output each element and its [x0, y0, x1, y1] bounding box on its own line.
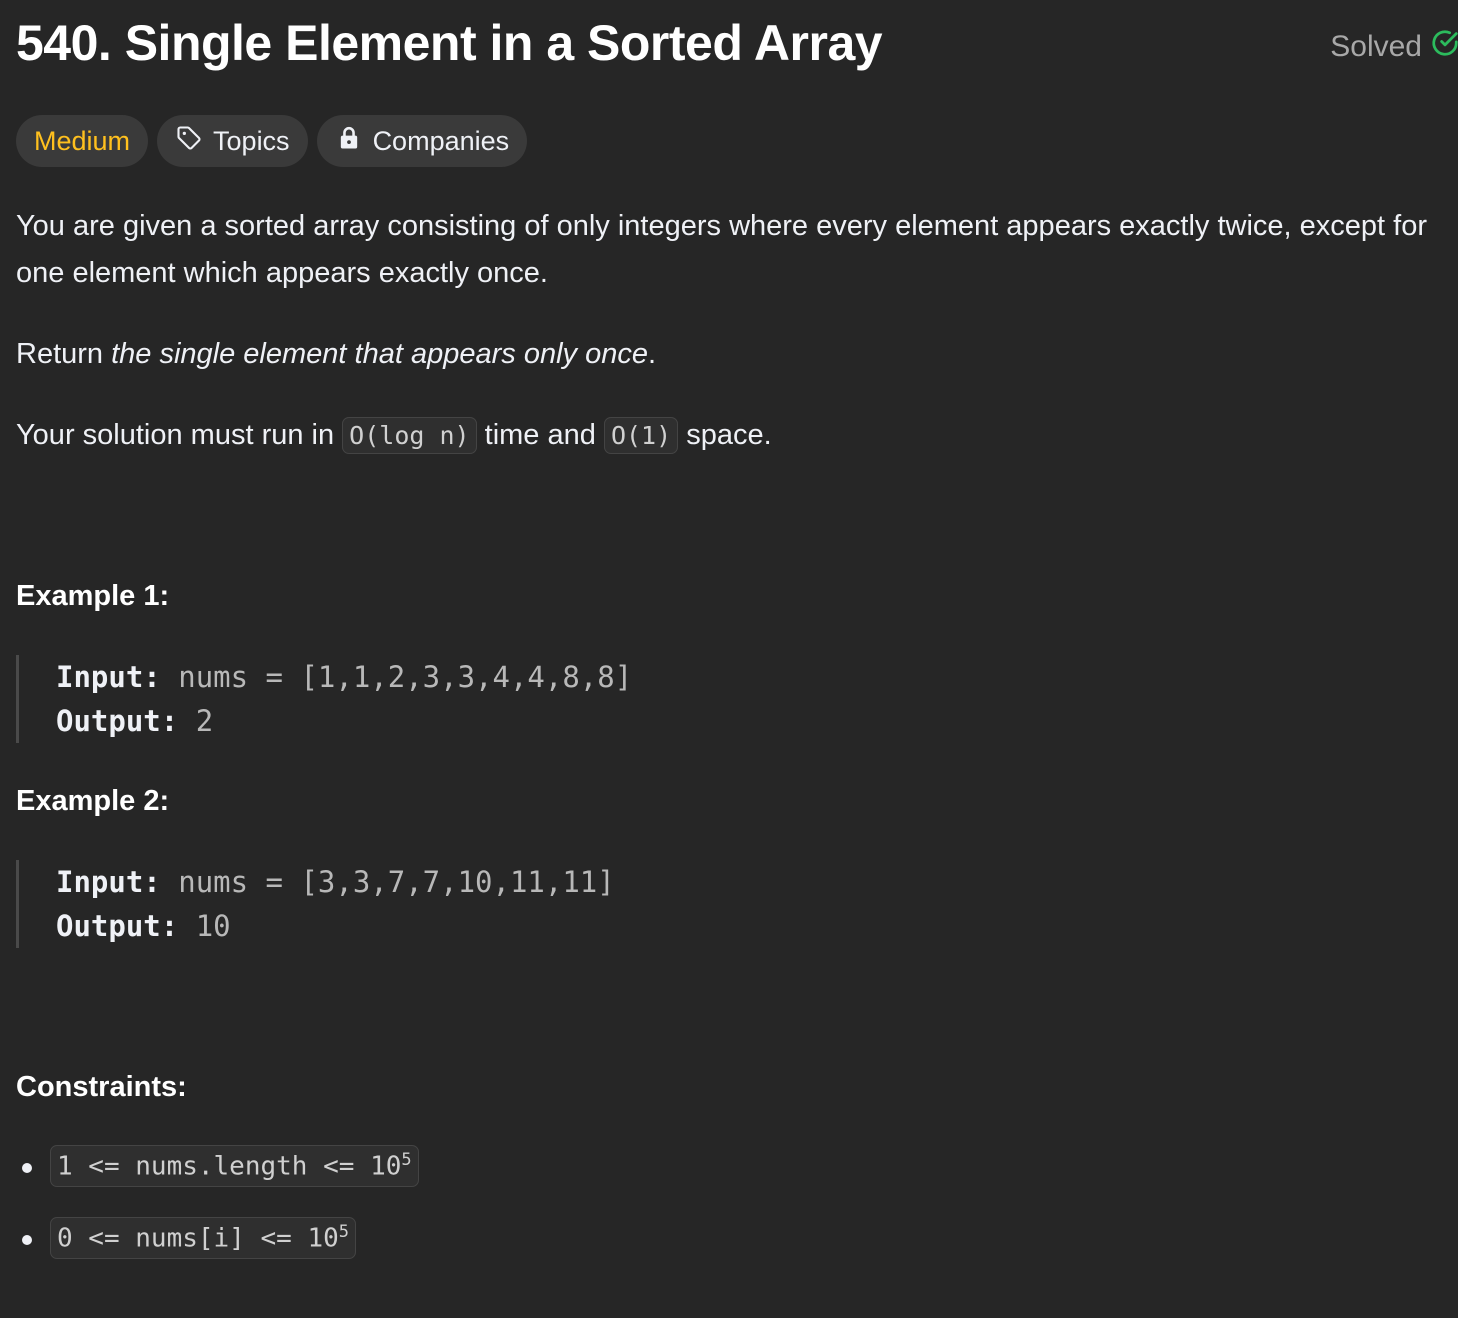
example-1-output: Output: 2 — [56, 699, 632, 743]
topics-label: Topics — [213, 125, 290, 156]
constraint-code: 0 <= nums[i] <= 105 — [50, 1217, 357, 1259]
tag-chips: Medium Topics Companies — [16, 115, 528, 167]
input-label: Input: — [56, 865, 161, 899]
example-2-input: Input: nums = [3,3,7,7,10,11,11] — [56, 860, 615, 904]
example-2-heading: Example 2: — [16, 785, 170, 817]
constraint-code: 1 <= nums.length <= 105 — [50, 1145, 419, 1187]
output-value: 2 — [195, 704, 214, 738]
output-label: Output: — [56, 909, 179, 943]
complexity-prefix: Your solution must run in — [16, 419, 343, 451]
constraint-exponent: 5 — [401, 1150, 412, 1170]
bullet-icon — [22, 1163, 32, 1173]
space-complexity-code: O(1) — [603, 417, 679, 454]
example-1-heading: Example 1: — [16, 580, 170, 612]
complexity-mid: time and — [476, 419, 604, 451]
output-label: Output: — [56, 704, 179, 738]
difficulty-badge: Medium — [16, 115, 149, 167]
companies-label: Companies — [372, 125, 510, 156]
description-paragraph-2: Return the single element that appears o… — [16, 331, 1446, 378]
example-1-block: Input: nums = [1,1,2,3,3,4,4,8,8] Output… — [16, 655, 632, 743]
constraints-heading: Constraints: — [16, 1071, 187, 1103]
return-prefix: Return — [16, 338, 112, 370]
constraint-exponent: 5 — [338, 1222, 350, 1242]
constraints-list: 1 <= nums.length <= 105 0 <= nums[i] <= … — [16, 1145, 419, 1289]
output-value: 10 — [195, 909, 231, 943]
check-circle-icon — [1430, 28, 1458, 66]
problem-description: 540. Single Element in a Sorted Array So… — [16, 0, 1458, 1259]
solved-label: Solved — [1330, 30, 1422, 63]
input-label: Input: — [56, 660, 161, 694]
return-emphasis: the single element that appears only onc… — [111, 338, 648, 370]
input-value: nums = [3,3,7,7,10,11,11] — [178, 865, 615, 899]
lock-icon — [335, 124, 363, 159]
example-2-output: Output: 10 — [56, 904, 615, 948]
description-paragraph-3: Your solution must run in O(log n) time … — [16, 412, 1446, 459]
complexity-suffix: space. — [678, 419, 772, 451]
solved-status: Solved — [1330, 28, 1458, 66]
constraint-text: 0 <= nums[i] <= 10 — [57, 1223, 339, 1254]
time-complexity-code: O(log n) — [342, 417, 477, 454]
tag-icon — [175, 124, 203, 159]
example-2-block: Input: nums = [3,3,7,7,10,11,11] Output:… — [16, 860, 615, 948]
title-row: 540. Single Element in a Sorted Array So… — [16, 0, 1458, 100]
description-paragraph-1: You are given a sorted array consisting … — [16, 210, 1428, 289]
example-1-input: Input: nums = [1,1,2,3,3,4,4,8,8] — [56, 655, 632, 699]
constraint-item: 1 <= nums.length <= 105 — [16, 1145, 419, 1217]
input-value: nums = [1,1,2,3,3,4,4,8,8] — [178, 660, 633, 694]
constraint-text: 1 <= nums.length <= 10 — [57, 1151, 402, 1182]
problem-title[interactable]: 540. Single Element in a Sorted Array — [16, 14, 883, 72]
bullet-icon — [22, 1235, 32, 1245]
return-suffix: . — [647, 338, 657, 370]
topics-button[interactable]: Topics — [157, 115, 308, 167]
companies-button[interactable]: Companies — [316, 115, 528, 167]
constraint-item: 0 <= nums[i] <= 105 — [16, 1217, 419, 1289]
